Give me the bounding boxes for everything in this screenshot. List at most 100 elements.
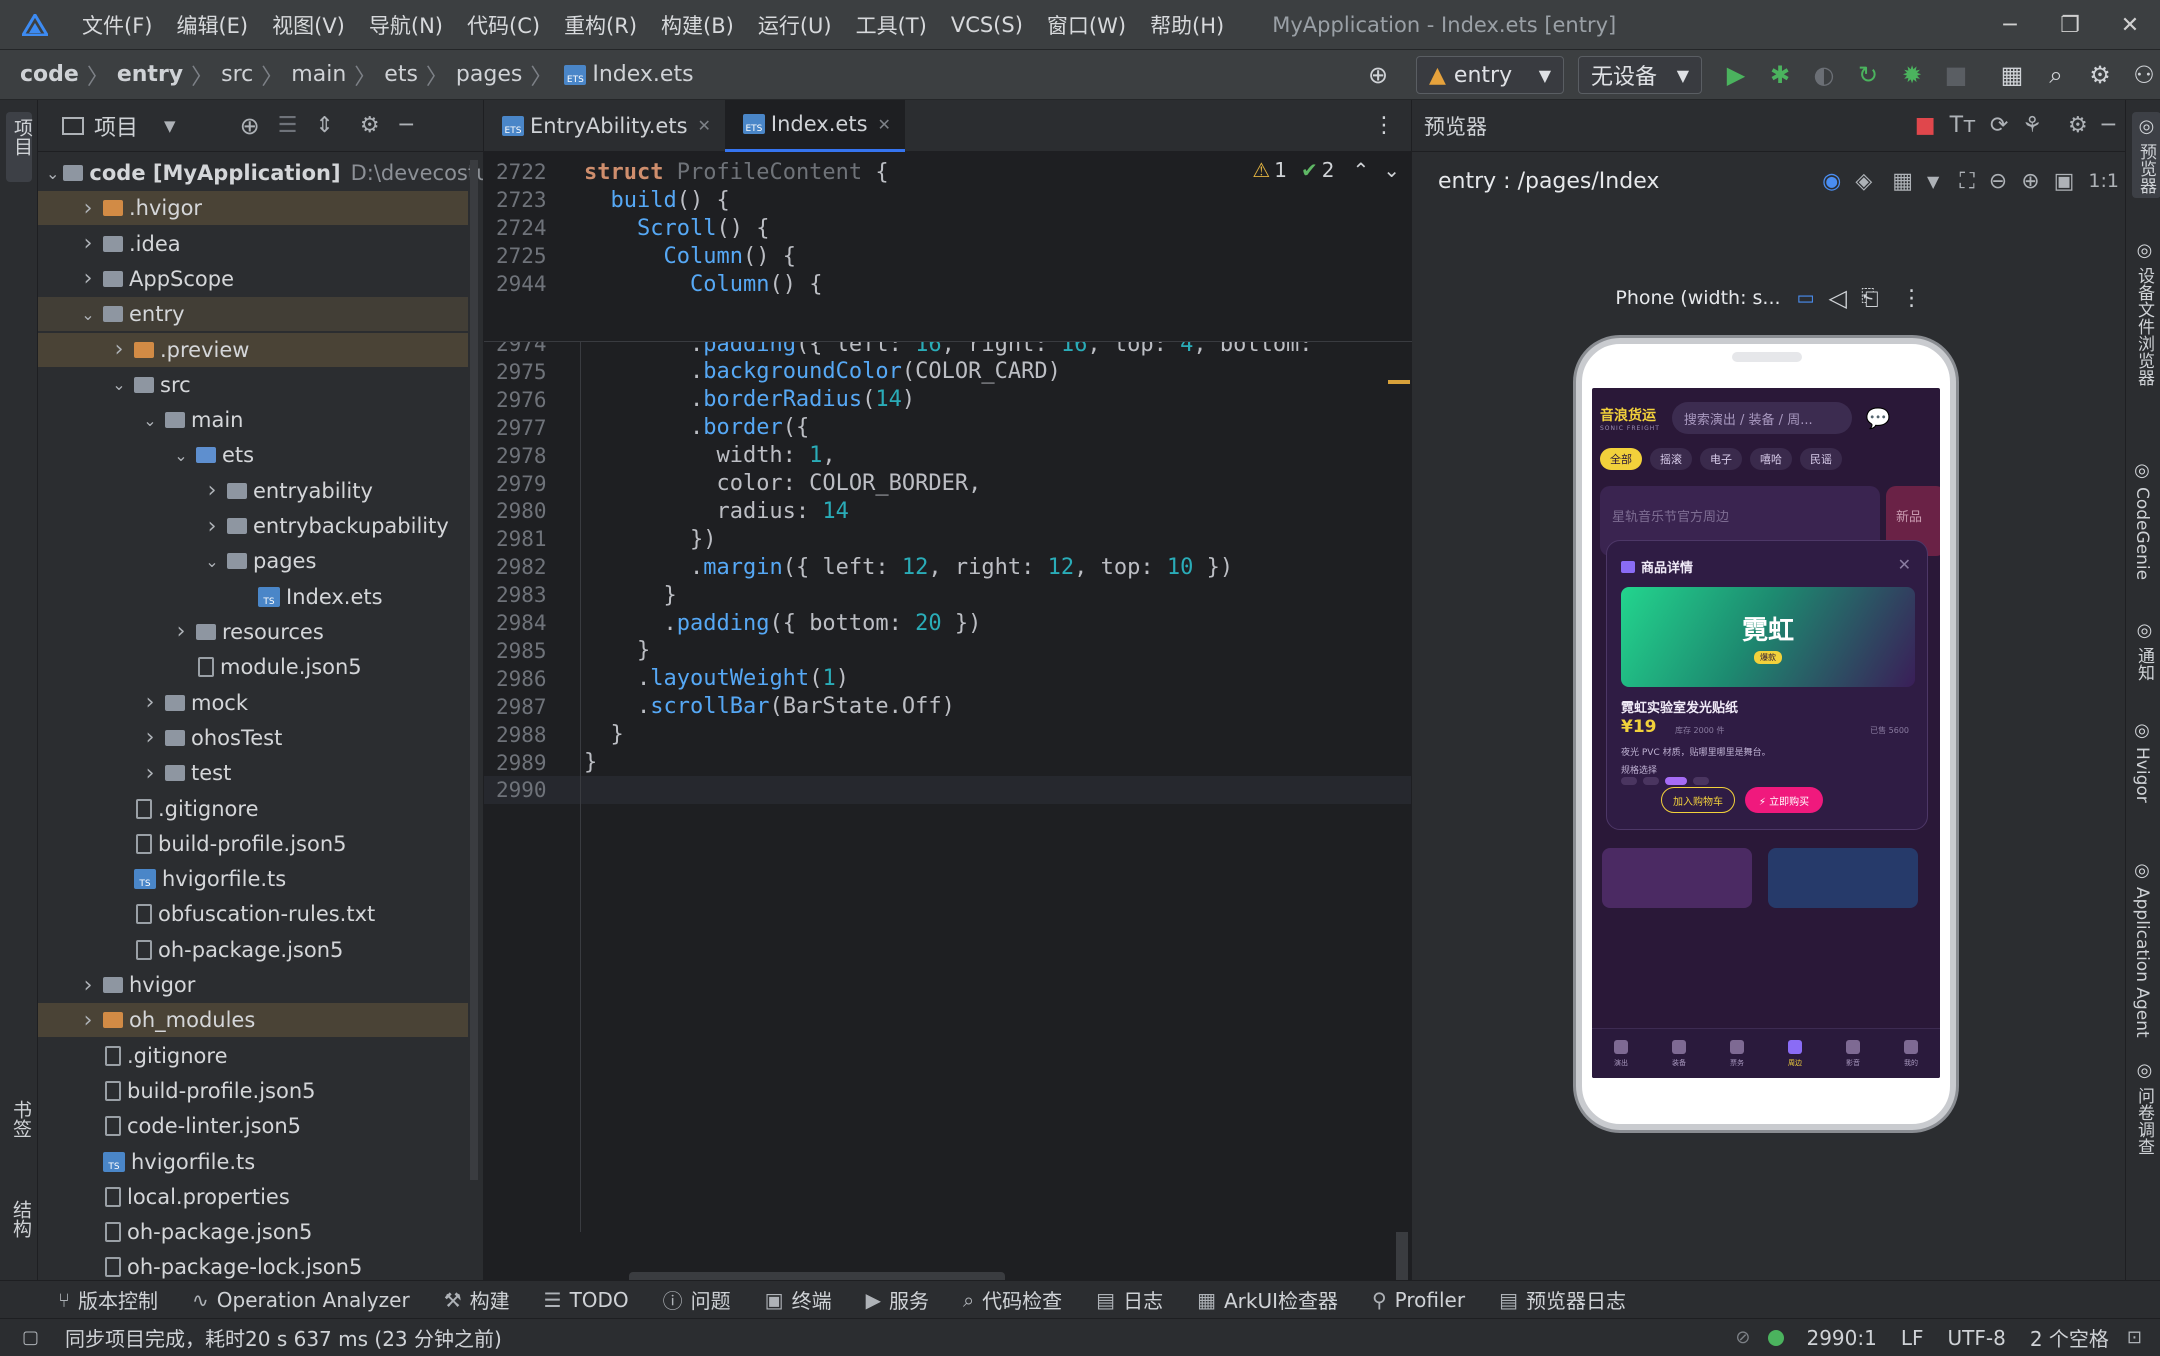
chevron-right-icon[interactable]: › xyxy=(201,478,223,503)
bottom-tool-tab[interactable]: ▤ 预览器日志 xyxy=(1499,1285,1626,1314)
buy-now-button[interactable]: ⚡ 立即购买 xyxy=(1745,787,1823,813)
close-tab-icon[interactable]: ✕ xyxy=(698,116,711,135)
tree-item[interactable]: › mock xyxy=(38,686,468,720)
expand-all-icon[interactable]: ☰ xyxy=(278,113,298,138)
bottom-tool-tab[interactable]: ▤ 日志 xyxy=(1096,1285,1163,1314)
tree-item[interactable]: ⌄ main xyxy=(38,403,468,437)
inspect-icon[interactable]: ⚘ xyxy=(2022,113,2042,138)
bottom-tool-tab[interactable]: ☰ TODO xyxy=(544,1288,629,1312)
breadcrumb-item[interactable]: pages xyxy=(456,62,522,87)
sticky-code-line[interactable]: 2944 Column() { xyxy=(484,270,1412,298)
bottom-tool-tab[interactable]: ⓘ 问题 xyxy=(663,1285,731,1314)
tree-item[interactable]: ⌄ ets xyxy=(38,438,468,472)
project-tool-button[interactable]: 项目 xyxy=(6,112,33,182)
tree-item[interactable]: › hvigor xyxy=(38,968,468,1002)
preview-settings-icon[interactable]: ⚙ xyxy=(2068,113,2088,138)
tree-item[interactable]: local.properties xyxy=(38,1180,468,1214)
app-tab[interactable]: 票务 xyxy=(1730,1039,1744,1068)
right-tool-button[interactable]: ◎ Hvigor xyxy=(2132,720,2152,803)
panel-settings-icon[interactable]: ⚙ xyxy=(360,113,380,138)
fit-screen-icon[interactable]: ⛶ xyxy=(1959,169,1974,194)
breadcrumb-item[interactable]: src xyxy=(221,62,253,87)
bottom-tool-tab[interactable]: ⚲ Profiler xyxy=(1372,1288,1465,1312)
tree-item[interactable]: build-profile.json5 xyxy=(38,1074,468,1108)
tree-item[interactable]: TS hvigorfile.ts xyxy=(38,862,468,896)
project-view-label[interactable]: 项目 xyxy=(94,110,138,142)
bottom-tool-tab[interactable]: ▶ 服务 xyxy=(866,1285,929,1314)
chip-rock[interactable]: 摇滚 xyxy=(1650,448,1692,470)
right-tool-button[interactable]: ◎ Application Agent xyxy=(2132,860,2152,1038)
code-line[interactable]: 2979 color: COLOR_BORDER, xyxy=(484,470,1412,498)
chevron-down-icon[interactable]: ⌄ xyxy=(170,446,192,465)
tree-item[interactable]: › oh_modules xyxy=(38,1003,468,1038)
tree-item[interactable]: › entryability xyxy=(38,474,468,508)
stop-preview-icon[interactable]: ■ xyxy=(1915,113,1936,138)
tree-item[interactable]: › AppScope xyxy=(38,262,468,296)
tree-item[interactable]: › .preview xyxy=(38,332,468,367)
code-line[interactable]: 2977 .border({ xyxy=(484,414,1412,442)
refresh-icon[interactable]: ⟳ xyxy=(1990,113,2008,138)
app-tab[interactable]: 影音 xyxy=(1846,1039,1860,1068)
layers-icon[interactable]: ◈ xyxy=(1855,169,1872,194)
app-tab[interactable]: 装备 xyxy=(1672,1039,1686,1068)
menu-item[interactable]: 视图(V) xyxy=(272,10,345,40)
chevron-right-icon[interactable]: › xyxy=(77,231,99,256)
chevron-right-icon[interactable]: › xyxy=(139,725,161,750)
code-line[interactable]: 2984 .padding({ bottom: 20 }) xyxy=(484,609,1412,637)
chevron-right-icon[interactable]: › xyxy=(108,337,130,362)
code-line[interactable]: 2982 .margin({ left: 12, right: 12, top:… xyxy=(484,553,1412,581)
bottom-tool-tab[interactable]: ∿ Operation Analyzer xyxy=(192,1288,410,1312)
tree-item[interactable]: TS Index.ets xyxy=(38,580,468,614)
menu-item[interactable]: VCS(S) xyxy=(951,13,1023,37)
sticky-code-line[interactable]: 2723 build() { xyxy=(484,186,1412,214)
indent-setting[interactable]: 2 个空格 xyxy=(2030,1323,2109,1352)
code-line[interactable]: 2989} xyxy=(484,749,1412,777)
chevron-down-icon[interactable]: ⌄ xyxy=(139,411,161,430)
spec-option-selected[interactable] xyxy=(1665,777,1687,785)
message-icon[interactable]: 💬 xyxy=(1866,406,1891,430)
tree-item[interactable]: › entrybackupability xyxy=(38,509,468,543)
chevron-right-icon[interactable]: › xyxy=(139,761,161,786)
chevron-right-icon[interactable]: › xyxy=(77,196,99,221)
code-area[interactable]: 2722 struct ProfileContent {2723 build() … xyxy=(484,152,1412,1280)
tree-item[interactable]: TS hvigorfile.ts xyxy=(38,1145,468,1179)
tree-item[interactable]: ⌄ code [MyApplication] D:\devecostu xyxy=(38,156,483,190)
code-line[interactable]: 2983 } xyxy=(484,581,1412,609)
code-line[interactable]: 2980 radius: 14 xyxy=(484,497,1412,525)
font-size-icon[interactable]: Tт xyxy=(1950,113,1976,138)
tree-item[interactable]: build-profile.json5 xyxy=(38,827,468,861)
no-device-icon[interactable]: ⊘ xyxy=(1735,1327,1750,1348)
breadcrumb-item[interactable]: code xyxy=(20,62,79,87)
app-tab[interactable]: 周边 xyxy=(1788,1039,1802,1068)
breadcrumb-item[interactable]: main xyxy=(291,62,346,87)
lock-icon[interactable]: ⊡ xyxy=(2127,1327,2142,1348)
sticky-code-line[interactable]: 2724 Scroll() { xyxy=(484,214,1412,242)
device-manager-icon[interactable]: ▦ xyxy=(1996,59,2028,91)
chip-electronic[interactable]: 电子 xyxy=(1700,448,1742,470)
chip-all[interactable]: 全部 xyxy=(1600,448,1642,470)
bookmarks-tool-button[interactable]: 书签 xyxy=(8,1100,35,1138)
locate-icon[interactable]: ⊕ xyxy=(1362,59,1394,91)
tree-item[interactable]: › resources xyxy=(38,615,468,649)
tree-item[interactable]: module.json5 xyxy=(38,650,468,684)
right-tool-button[interactable]: ◎ CodeGenie xyxy=(2132,460,2152,580)
tree-item[interactable]: ⌄ src xyxy=(38,368,468,402)
tree-item[interactable]: ⌄ entry xyxy=(38,297,468,332)
tree-item[interactable]: ⌄ pages xyxy=(38,544,468,578)
right-tool-button[interactable]: ◎ 设备文件浏览器 xyxy=(2132,240,2157,386)
menu-item[interactable]: 工具(T) xyxy=(856,10,927,40)
status-message[interactable]: 同步项目完成，耗时20 s 637 ms (23 分钟之前) xyxy=(65,1323,502,1352)
breadcrumb-item[interactable]: ets xyxy=(384,62,418,87)
rotate-icon[interactable]: ⎗ xyxy=(1861,286,1879,311)
minimize-button[interactable]: ─ xyxy=(1980,13,2040,38)
menu-item[interactable]: 帮助(H) xyxy=(1150,10,1224,40)
code-line[interactable]: 2990 xyxy=(484,776,1412,805)
product-card[interactable] xyxy=(1602,848,1752,908)
chip-hiphop[interactable]: 嘻哈 xyxy=(1750,448,1792,470)
module-selector[interactable]: ▲ entry ▼ xyxy=(1416,56,1564,94)
menu-item[interactable]: 编辑(E) xyxy=(176,10,248,40)
menu-item[interactable]: 运行(U) xyxy=(758,10,832,40)
tree-item[interactable]: › test xyxy=(38,756,468,790)
close-tab-icon[interactable]: ✕ xyxy=(878,115,891,134)
chevron-right-icon[interactable]: › xyxy=(139,690,161,715)
